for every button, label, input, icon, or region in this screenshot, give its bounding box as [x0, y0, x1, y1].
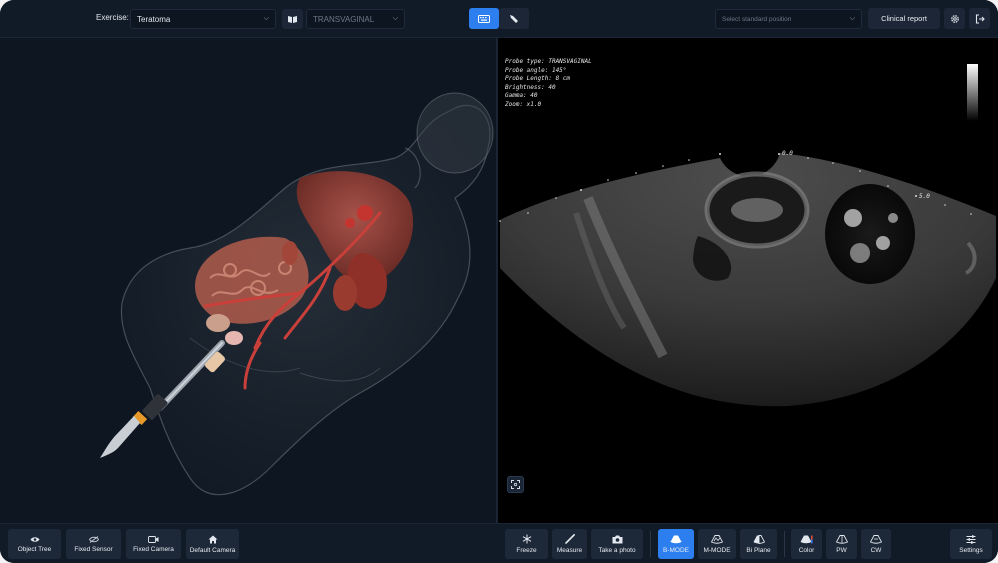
eye-icon [30, 536, 39, 542]
settings-button[interactable]: Settings [950, 529, 992, 559]
expand-icon [511, 480, 520, 489]
settings-label: Settings [959, 546, 983, 554]
m-mode-icon [711, 534, 723, 544]
chevron-down-icon: ⌵ [392, 15, 398, 22]
anatomy-model [100, 92, 494, 496]
library-button[interactable] [282, 9, 303, 29]
bottom-toolbar: Object Tree Fixed Sensor Fixed Camera De… [0, 523, 998, 563]
fullscreen-button[interactable] [507, 476, 524, 493]
app-window: Exercise: Teratoma ⌵ TRANSVAGINAL ⌵ Sele… [0, 0, 998, 563]
standard-position-placeholder: Select standard position [722, 16, 792, 23]
color-label: Color [798, 546, 815, 554]
logout-button[interactable] [969, 8, 990, 29]
bi-plane-label: Bi Plane [746, 546, 771, 554]
toolbar-separator [650, 531, 651, 557]
fixed-sensor-label: Fixed Sensor [74, 545, 113, 553]
fixed-camera-label: Fixed Camera [133, 545, 174, 553]
m-mode-label: M-MODE [703, 546, 731, 554]
exercise-select[interactable]: Teratoma ⌵ [130, 9, 276, 29]
take-photo-button[interactable]: Take a photo [591, 529, 643, 559]
eye-off-icon [88, 535, 99, 543]
exercise-select-value: Teratoma [137, 15, 171, 24]
measure-button[interactable]: Measure [552, 529, 587, 559]
bi-plane-button[interactable]: Bi Plane [740, 529, 777, 559]
probe-select[interactable]: TRANSVAGINAL ⌵ [306, 9, 405, 29]
probe-icon [510, 14, 518, 23]
settings-top-button[interactable] [944, 8, 965, 29]
ultrasound-viewport[interactable]: Probe type: TRANSVAGINAL Probe angle: 14… [498, 38, 998, 523]
pw-icon [835, 534, 848, 544]
book-icon [288, 15, 297, 23]
measure-label: Measure [556, 547, 583, 554]
cw-icon [870, 534, 882, 544]
top-bar: Exercise: Teratoma ⌵ TRANSVAGINAL ⌵ Sele… [0, 0, 998, 38]
take-photo-label: Take a photo [598, 546, 636, 554]
ultrasound-image [499, 153, 996, 407]
b-mode-label: B-MODE [663, 546, 689, 554]
depth-label-right: 5.0 [919, 193, 930, 200]
pw-label: PW [836, 546, 847, 554]
gear-icon [950, 14, 959, 23]
color-doppler-icon [800, 535, 813, 543]
probe-select-value: TRANSVAGINAL [313, 15, 375, 24]
fixed-camera-button[interactable]: Fixed Camera [126, 529, 181, 559]
object-tree-button[interactable]: Object Tree [8, 529, 61, 559]
pw-doppler-button[interactable]: PW [826, 529, 857, 559]
home-icon [208, 535, 217, 543]
toolbar-separator [784, 531, 785, 557]
sliders-icon [966, 534, 976, 544]
video-icon [148, 535, 159, 543]
ruler-icon [564, 534, 575, 544]
freeze-button[interactable]: Freeze [505, 529, 548, 559]
b-mode-icon [670, 535, 682, 543]
color-doppler-button[interactable]: Color [791, 529, 822, 559]
clinical-report-button[interactable]: Clinical report [868, 8, 940, 29]
object-tree-label: Object Tree [17, 545, 52, 553]
fixed-sensor-button[interactable]: Fixed Sensor [66, 529, 121, 559]
cw-label: CW [870, 546, 882, 554]
keyboard-icon [478, 14, 490, 23]
freeze-label: Freeze [516, 547, 537, 554]
default-camera-label: Default Camera [189, 546, 236, 554]
chevron-down-icon: ⌵ [263, 15, 269, 22]
b-mode-button[interactable]: B-MODE [658, 529, 694, 559]
bi-plane-icon [753, 534, 765, 544]
exercise-label: Exercise: [96, 13, 129, 22]
camera-icon [612, 535, 622, 543]
standard-position-select[interactable]: Select standard position ⌵ [715, 9, 862, 29]
default-camera-button[interactable]: Default Camera [186, 529, 239, 559]
depth-label-top: 0.0 [782, 150, 793, 157]
logout-icon [975, 13, 985, 24]
anatomy-3d-viewport[interactable] [0, 38, 496, 523]
m-mode-button[interactable]: M-MODE [698, 529, 736, 559]
cw-doppler-button[interactable]: CW [861, 529, 891, 559]
chevron-down-icon: ⌵ [849, 15, 855, 22]
snowflake-icon [522, 534, 531, 544]
keyboard-mode-button[interactable] [469, 8, 499, 29]
probe-mode-button[interactable] [499, 8, 529, 29]
